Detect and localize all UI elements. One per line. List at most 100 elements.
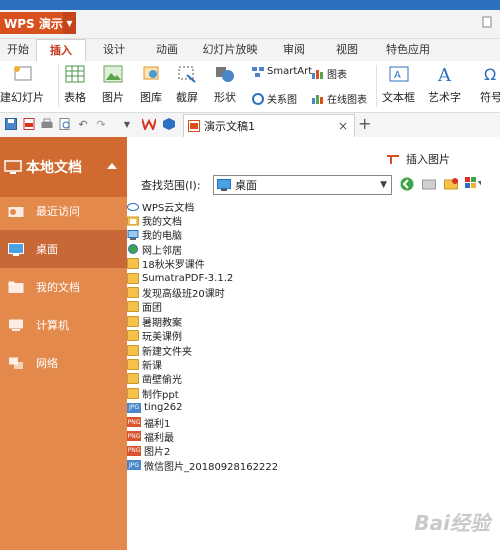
customize-dropdown-icon[interactable]: ▼ <box>120 117 134 131</box>
online-chart-label: 在线图表 <box>327 95 367 106</box>
new-tab-icon[interactable]: + <box>358 114 371 133</box>
sidebar-item-network[interactable]: 网络 <box>0 344 127 382</box>
list-item[interactable]: 新课 <box>127 357 500 372</box>
list-item[interactable]: PNG 福利最 <box>127 429 500 444</box>
tab-insert[interactable]: 插入 <box>36 39 86 62</box>
tab-start[interactable]: 开始 <box>0 39 36 61</box>
new-slide-label: 建幻灯片 <box>0 91 44 104</box>
list-item[interactable]: 网上邻居 <box>127 242 500 257</box>
list-item[interactable]: 制作ppt <box>127 386 500 401</box>
sidebar: 本地文档 最近访问 桌面 我的文档 计算机 网络 <box>0 137 127 550</box>
insert-picture-button[interactable]: 插入图片 <box>386 151 450 167</box>
window-top-strip <box>0 0 500 10</box>
chevron-down-icon[interactable]: ▼ <box>380 180 387 190</box>
file-name: 玩美课例 <box>142 332 182 344</box>
file-name: 暑期教案 <box>142 317 182 329</box>
png-file-icon: PNG <box>127 431 141 442</box>
folder-icon <box>127 330 139 342</box>
save-icon[interactable] <box>4 117 18 131</box>
wps-logo-icon[interactable] <box>142 117 156 131</box>
close-icon[interactable]: × <box>338 119 348 133</box>
sidebar-item-desktop[interactable]: 桌面 <box>0 230 127 268</box>
list-item[interactable]: 我的电脑 <box>127 228 500 242</box>
list-item[interactable]: WPS云文档 <box>127 199 500 214</box>
png-file-icon: PNG <box>127 445 141 456</box>
picture-button[interactable]: 图片 <box>102 63 124 105</box>
file-name: SumatraPDF-3.1.2 <box>142 272 234 284</box>
collapse-up-icon[interactable] <box>107 163 117 169</box>
tab-review[interactable]: 审阅 <box>272 39 316 61</box>
new-folder-icon[interactable] <box>443 176 459 192</box>
list-item[interactable]: SumatraPDF-3.1.2 <box>127 271 500 285</box>
table-icon <box>64 63 86 85</box>
tab-special[interactable]: 特色应用 <box>378 39 438 61</box>
list-item[interactable]: JPG ting262 <box>127 400 500 414</box>
dialog-toolbar <box>399 176 481 192</box>
redo-icon[interactable]: ↷ <box>94 117 108 131</box>
new-slide-icon <box>11 63 33 85</box>
list-item[interactable]: PNG 图片2 <box>127 444 500 458</box>
tab-design[interactable]: 设计 <box>92 39 136 61</box>
documents-folder-icon <box>127 216 139 226</box>
desktop-icon <box>217 179 231 191</box>
new-slide-button[interactable]: 建幻灯片 <box>0 63 44 105</box>
print-preview-icon[interactable] <box>58 117 72 131</box>
print-icon[interactable] <box>40 117 54 131</box>
tab-animation[interactable]: 动画 <box>144 39 190 61</box>
list-item[interactable]: 新建文件夹 <box>127 343 500 358</box>
list-item[interactable]: PNG 福利1 <box>127 415 500 430</box>
network-icon <box>127 244 139 255</box>
sidebar-item-recent[interactable]: 最近访问 <box>0 192 127 230</box>
online-chart-button[interactable]: 在线图表 <box>312 91 367 106</box>
tab-view[interactable]: 视图 <box>325 39 369 61</box>
list-item[interactable]: 我的文档 <box>127 213 500 228</box>
document-tab[interactable]: 演示文稿1 × <box>183 114 355 137</box>
up-folder-icon[interactable] <box>421 176 437 192</box>
back-arrow-icon[interactable] <box>399 176 415 192</box>
sidebar-item-label: 网络 <box>36 357 58 370</box>
symbol-button[interactable]: Ω 符号 <box>480 63 500 105</box>
tab-slideshow[interactable]: 幻灯片放映 <box>198 39 262 61</box>
screenshot-button[interactable]: 截屏 <box>176 63 198 105</box>
file-name: 发现高级班20课时 <box>142 289 225 301</box>
sidebar-item-my-documents[interactable]: 我的文档 <box>0 268 127 306</box>
monitor-icon <box>4 159 22 174</box>
svg-text:A: A <box>437 65 452 84</box>
file-name: 福利最 <box>144 432 174 444</box>
folder-icon <box>127 344 139 356</box>
list-item[interactable]: 凿壁偷光 <box>127 372 500 386</box>
chart-button[interactable]: 图表 <box>312 66 347 81</box>
list-item[interactable]: 玩美课例 <box>127 329 500 343</box>
export-pdf-icon[interactable] <box>22 117 36 131</box>
folder-icon <box>127 373 139 385</box>
folder-icon <box>127 315 139 327</box>
app-menu-button[interactable]: WPS 演示 ▼ <box>0 12 76 34</box>
shapes-button[interactable]: 形状 <box>214 63 236 105</box>
sidebar-header[interactable]: 本地文档 <box>0 137 127 197</box>
document-icon[interactable] <box>482 16 492 31</box>
file-name: 凿壁偷光 <box>142 375 182 387</box>
wordart-button[interactable]: A 艺术字 <box>428 63 461 105</box>
table-label: 表格 <box>64 91 86 104</box>
gallery-button[interactable]: 图库 <box>140 63 162 105</box>
sidebar-item-computer[interactable]: 计算机 <box>0 306 127 344</box>
folder-icon <box>127 272 139 284</box>
list-item[interactable]: JPG 微信图片_20180928162222 <box>127 458 500 473</box>
cloud-icon <box>127 201 139 211</box>
relation-button[interactable]: 关系图 <box>252 91 297 106</box>
scope-dropdown[interactable]: 桌面 ▼ <box>213 175 392 195</box>
list-item[interactable]: 发现高级班20课时 <box>127 285 500 301</box>
smartart-button[interactable]: SmartArt <box>252 66 312 77</box>
view-menu-icon[interactable] <box>465 176 481 192</box>
list-item[interactable]: 18秋米罗课件 <box>127 257 500 271</box>
folder-icon <box>127 387 139 399</box>
cube-icon[interactable] <box>162 117 176 131</box>
separator <box>58 65 59 107</box>
table-button[interactable]: 表格 <box>64 63 86 105</box>
ribbon-tabs: 开始 插入 设计 动画 幻灯片放映 审阅 视图 特色应用 <box>0 39 500 62</box>
list-item[interactable]: 暑期教案 <box>127 314 500 329</box>
textbox-button[interactable]: A 文本框 <box>382 63 415 105</box>
undo-icon[interactable]: ↶ <box>76 117 90 131</box>
list-item[interactable]: 面团 <box>127 300 500 314</box>
relation-icon <box>252 92 264 105</box>
